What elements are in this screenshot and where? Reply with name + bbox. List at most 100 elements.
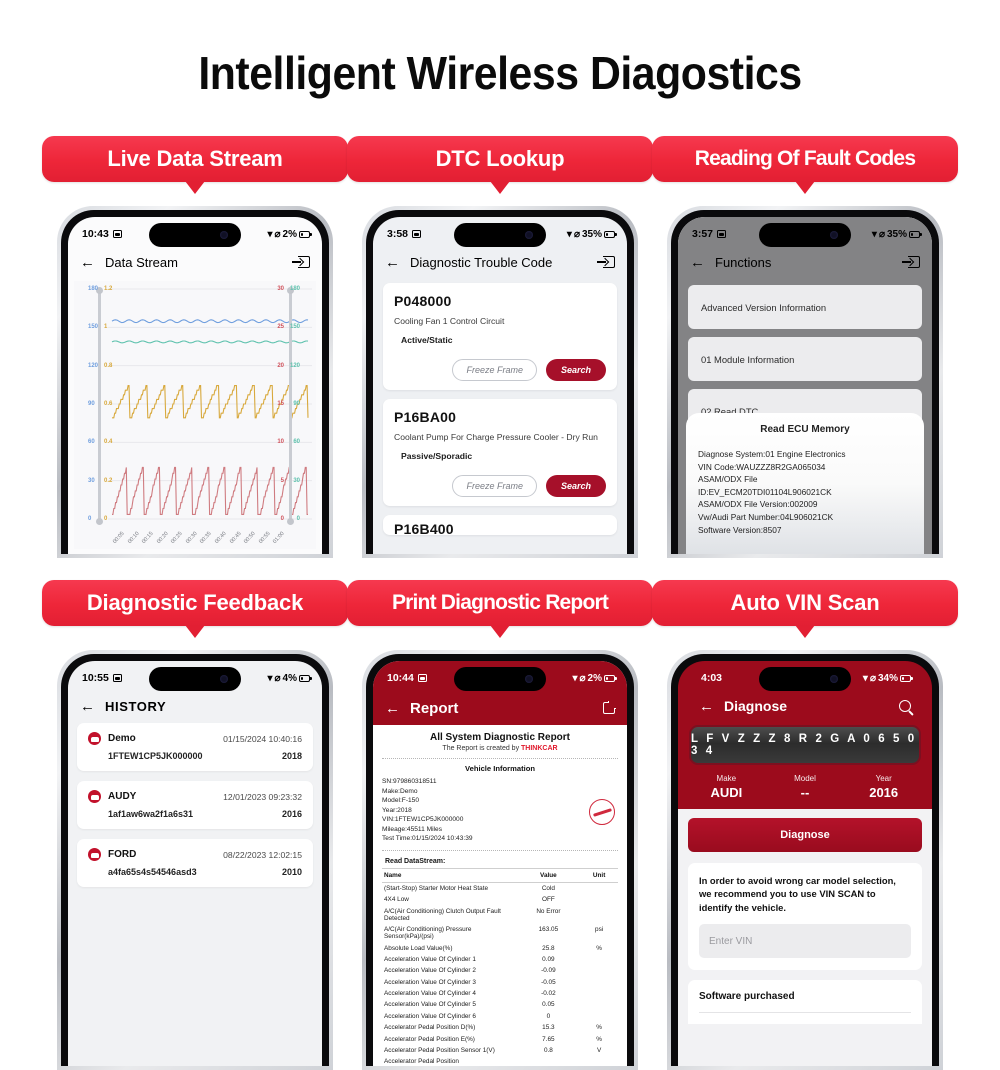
status-bar: 4:03 ▾ ⌀ 34%	[687, 661, 923, 691]
cell-name: Acceleration Value Of Cylinder 4	[384, 990, 476, 998]
back-icon[interactable]: ←	[385, 701, 400, 716]
freeze-frame-button[interactable]: Freeze Frame	[452, 359, 537, 381]
cell-value: 7.65	[542, 1035, 555, 1043]
exit-icon[interactable]	[597, 256, 615, 268]
diagnose-button[interactable]: Diagnose	[688, 818, 922, 852]
back-icon[interactable]: ←	[80, 255, 95, 270]
exit-icon[interactable]	[902, 256, 920, 268]
function-item[interactable]: 01 Module Information	[688, 337, 922, 381]
status-bar: 10:43 ▾ ⌀ 2%	[68, 217, 322, 247]
chart-footnote: ACEA Combined Compound Of Vehicle	[68, 549, 322, 554]
column-header: Value	[516, 867, 581, 883]
vehicle-info-line: Model:F-150	[382, 797, 420, 805]
dtc-card[interactable]: P048000 Cooling Fan 1 Control Circuit Ac…	[383, 283, 617, 390]
vehicle-name: FORD	[88, 848, 136, 861]
screenshot-icon	[112, 674, 122, 682]
exit-icon[interactable]	[292, 256, 310, 268]
dtc-card[interactable]: P16B400	[383, 515, 617, 535]
back-icon[interactable]: ←	[385, 255, 400, 270]
left-axis-rail[interactable]	[96, 287, 103, 525]
phone-bezel: 4:03 ▾ ⌀ 34% ← Diagnose L F V Z Z Z 8 R …	[671, 654, 939, 1066]
vin-scan-screen: 4:03 ▾ ⌀ 34% ← Diagnose L F V Z Z Z 8 R …	[678, 661, 932, 1066]
ribbon-live-data-stream: Live Data Stream	[42, 136, 348, 194]
table-row: 4X4 Low OFF	[382, 894, 618, 905]
dtc-actions: Freeze Frame Search	[394, 359, 606, 381]
phone-screen: 10:43 ▾ ⌀ 2% ← Data Stream 180 1.2 30 18…	[68, 217, 322, 554]
table-header-row: Name Value Unit	[382, 867, 618, 883]
cell-name: Acceleration Value Of Cylinder 2	[384, 967, 476, 975]
back-icon[interactable]: ←	[690, 255, 705, 270]
search-button[interactable]: Search	[545, 475, 606, 497]
phone-mockup: 3:57 ▾ ⌀ 35% ← Functions Advanced Versio…	[667, 206, 943, 558]
vin-note: In order to avoid wrong car model select…	[699, 875, 896, 913]
car-icon	[88, 732, 101, 745]
search-icon[interactable]	[899, 700, 911, 712]
battery-percent: 2%	[587, 672, 602, 684]
dnd-icon: ⌀	[274, 228, 281, 240]
app-bar: ← HISTORY	[68, 691, 322, 721]
cell-unit: %	[596, 1035, 602, 1043]
panel-dtc-lookup: DTC Lookup 3:58 ▾ ⌀ 35% ← Diagnostic Tro…	[347, 136, 653, 558]
ecu-info-line: VIN Code:WAUZZZ8R2GA065034	[698, 461, 826, 472]
status-time: 10:43	[82, 228, 109, 240]
history-item[interactable]: Demo 01/15/2024 10:40:16 1FTEW1CP5JK0000…	[77, 723, 313, 771]
wifi-icon: ▾	[572, 672, 578, 684]
phone-bezel: 10:43 ▾ ⌀ 2% ← Data Stream 180 1.2 30 18…	[61, 210, 329, 554]
ribbon-print-report: Print Diagnostic Report	[347, 580, 653, 638]
cell-unit	[580, 894, 618, 905]
cell-name: A/C(Air Conditioning) Pressure Sensor(kP…	[384, 926, 472, 941]
panel-auto-vin-scan: Auto VIN Scan 4:03 ▾ ⌀ 34% ← Diagnose L …	[652, 580, 958, 1070]
cell-unit	[580, 906, 618, 924]
status-time: 3:58	[387, 228, 409, 240]
share-icon[interactable]	[603, 700, 617, 714]
table-row: Acceleration Value Of Cylinder 4 -0.02	[382, 988, 618, 999]
cell-value: -0.09	[541, 967, 556, 975]
cell-name: Accelerator Pedal Position	[384, 1058, 459, 1066]
search-button[interactable]: Search	[545, 359, 606, 381]
cell-unit	[580, 965, 618, 976]
freeze-frame-button[interactable]: Freeze Frame	[452, 475, 537, 497]
ribbon-auto-vin-scan: Auto VIN Scan	[652, 580, 958, 638]
wifi-icon: ▾	[267, 228, 273, 240]
vin-plate[interactable]: L F V Z Z Z 8 R 2 G A 0 6 5 0 3 4	[689, 725, 921, 765]
phone-mockup: 4:03 ▾ ⌀ 34% ← Diagnose L F V Z Z Z 8 R …	[667, 650, 943, 1070]
function-item[interactable]: Advanced Version Information	[688, 285, 922, 329]
app-bar: ← Diagnostic Trouble Code	[373, 247, 627, 277]
screenshot-icon	[417, 674, 427, 682]
year-value: 2010	[281, 867, 302, 877]
vehicle-info-line: Mileage:45511 Miles	[382, 825, 442, 833]
back-icon[interactable]: ←	[80, 699, 95, 714]
status-time: 3:57	[692, 228, 714, 240]
divider	[382, 849, 618, 851]
cell-unit: V	[596, 1046, 602, 1054]
ribbon-pointer	[795, 181, 815, 194]
cell-unit	[580, 1011, 618, 1022]
dnd-icon: ⌀	[869, 672, 876, 684]
battery-percent: 35%	[886, 228, 907, 240]
screenshot-icon	[112, 230, 122, 238]
dtc-code: P048000	[394, 293, 452, 309]
divider	[382, 758, 618, 759]
cell-value: -0.05	[541, 978, 556, 986]
history-item[interactable]: FORD 08/22/2023 12:02:15 a4fa65s4s54546a…	[77, 839, 313, 887]
cell-unit	[580, 1056, 618, 1066]
dtc-description: Coolant Pump For Charge Pressure Cooler …	[394, 432, 598, 442]
cell-name: Accelerator Pedal Position E(%)	[384, 1035, 475, 1043]
battery-icon	[900, 674, 913, 682]
vin-input[interactable]: Enter VIN	[699, 924, 911, 959]
app-bar-title: Functions	[715, 254, 772, 270]
phone-screen: 3:58 ▾ ⌀ 35% ← Diagnostic Trouble Code P…	[373, 217, 627, 554]
vin-value: a4fa65s4s54546asd3	[108, 867, 197, 877]
column-header: Name	[382, 867, 517, 883]
dtc-card[interactable]: P16BA00 Coolant Pump For Charge Pressure…	[383, 399, 617, 506]
battery-icon	[604, 230, 617, 238]
report-header: 10:44 ▾ ⌀ 2% ← Report	[373, 661, 627, 725]
phone-bezel: 3:58 ▾ ⌀ 35% ← Diagnostic Trouble Code P…	[366, 210, 634, 554]
data-stream-chart: 180 1.2 30 180 150 1 25 150 120 0.8 20 120 90 0.6 15 90…	[74, 281, 316, 549]
year-label: Year	[875, 774, 892, 783]
back-icon[interactable]: ←	[699, 699, 714, 714]
make-value: AUDI	[710, 785, 743, 800]
cell-name: Accelerator Pedal Position D(%)	[384, 1024, 476, 1032]
cell-unit: %	[596, 944, 602, 952]
history-item[interactable]: AUDY 12/01/2023 09:23:32 1af1aw6wa2f1a6s…	[77, 781, 313, 829]
